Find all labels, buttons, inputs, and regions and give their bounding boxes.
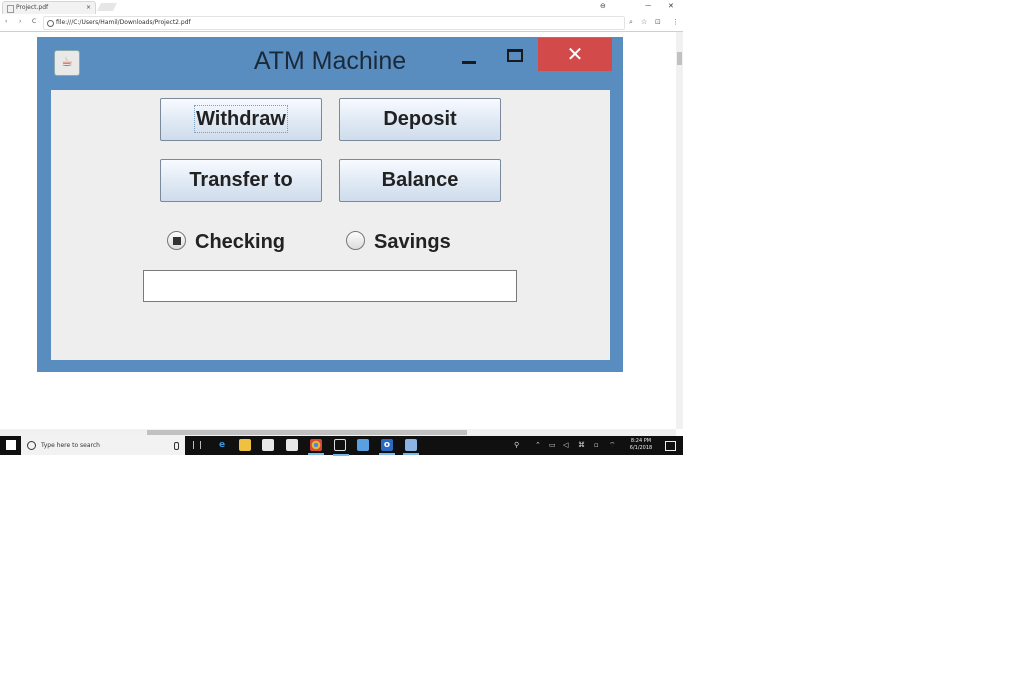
virtualbox-icon[interactable] — [357, 439, 369, 451]
tab-title: Project.pdf — [16, 4, 49, 11]
chrome-icon[interactable] — [308, 439, 324, 455]
document-icon — [7, 5, 14, 13]
minimize-button[interactable] — [462, 47, 476, 77]
taskbar: Type here to search e o ⚲ ⌃ ▭ ◁ ⌘ ▫ ⌔ 8:… — [0, 436, 683, 456]
amount-input[interactable] — [143, 270, 517, 302]
cast-icon[interactable]: ⊡ — [655, 14, 661, 30]
cortana-icon — [27, 441, 36, 450]
savings-label: Savings — [374, 231, 451, 253]
people-icon[interactable]: ⚲ — [514, 436, 519, 455]
action-center-icon[interactable] — [665, 441, 676, 451]
battery-icon[interactable]: ▫ — [594, 436, 599, 455]
checking-label: Checking — [195, 231, 286, 253]
radio-selected-icon — [167, 231, 186, 250]
withdraw-label: Withdraw — [194, 105, 288, 133]
horizontal-scroll-thumb[interactable] — [147, 430, 467, 435]
transfer-to-button[interactable]: Transfer to — [160, 159, 322, 202]
taskbar-search[interactable]: Type here to search — [21, 436, 185, 455]
edge-icon[interactable]: e — [216, 439, 228, 451]
tab-close-icon[interactable]: × — [86, 2, 91, 14]
app-icon[interactable] — [333, 439, 349, 456]
atm-titlebar[interactable]: ☕ ATM Machine ✕ — [37, 37, 623, 87]
task-view-icon[interactable] — [193, 441, 201, 449]
browser-tab[interactable]: Project.pdf × — [2, 1, 96, 15]
radio-dot — [173, 237, 181, 245]
window-title: ATM Machine — [253, 47, 407, 75]
search-placeholder: Type here to search — [41, 442, 100, 449]
account-icon[interactable]: ⊖ — [600, 0, 606, 12]
volume-icon[interactable]: ◁ — [563, 436, 568, 455]
atm-content-panel: Withdraw Deposit Transfer to Balance Che… — [51, 90, 610, 360]
atm-window: ☕ ATM Machine ✕ Withdraw Deposit Transfe… — [37, 37, 623, 372]
close-button[interactable]: ✕ — [538, 38, 612, 71]
show-hidden-icons[interactable]: ⌃ — [535, 436, 541, 455]
address-bar[interactable]: file:///C:/Users/Hamil/Downloads/Project… — [43, 16, 625, 30]
bookmark-star-icon[interactable]: ☆ — [641, 14, 647, 30]
clock-time: 8:24 PM — [630, 438, 652, 444]
url-text: file:///C:/Users/Hamil/Downloads/Project… — [56, 19, 191, 26]
withdraw-button[interactable]: Withdraw — [160, 98, 322, 141]
language-icon[interactable]: ⌘ — [578, 436, 585, 455]
vertical-scroll-thumb[interactable] — [677, 52, 682, 65]
radio-unselected-icon — [346, 231, 365, 250]
forward-button[interactable]: › — [19, 14, 21, 30]
menu-icon[interactable]: ⋮ — [672, 14, 679, 30]
deposit-button[interactable]: Deposit — [339, 98, 501, 141]
new-tab-button[interactable] — [97, 3, 117, 11]
clock-date: 6/1/2018 — [629, 445, 653, 451]
wifi-icon[interactable]: ⌔ — [609, 436, 616, 455]
browser-tabstrip: Project.pdf × ⊖ ᅳ ✕ — [0, 0, 683, 15]
file-explorer-icon[interactable] — [239, 439, 251, 451]
microphone-icon[interactable] — [174, 442, 179, 450]
vertical-scrollbar[interactable] — [676, 32, 683, 429]
info-icon[interactable] — [47, 20, 54, 27]
outlook-icon[interactable]: o — [379, 439, 395, 455]
taskbar-clock[interactable]: 8:24 PM 6/1/2018 — [622, 438, 660, 452]
back-button[interactable]: ‹ — [5, 14, 7, 30]
mail-icon[interactable] — [286, 439, 298, 451]
balance-button[interactable]: Balance — [339, 159, 501, 202]
browser-toolbar: ‹ › C file:///C:/Users/Hamil/Downloads/P… — [0, 14, 683, 32]
zoom-icon[interactable]: ⌕ — [629, 14, 633, 30]
close-window-button[interactable]: ✕ — [668, 0, 674, 12]
minimize-window-button[interactable]: ᅳ — [645, 0, 651, 12]
box-icon[interactable] — [403, 439, 419, 455]
windows-start-icon[interactable] — [6, 440, 16, 450]
reload-button[interactable]: C — [32, 14, 36, 30]
store-icon[interactable] — [262, 439, 274, 451]
network-icon[interactable]: ▭ — [549, 436, 556, 455]
maximize-button[interactable] — [507, 49, 523, 62]
